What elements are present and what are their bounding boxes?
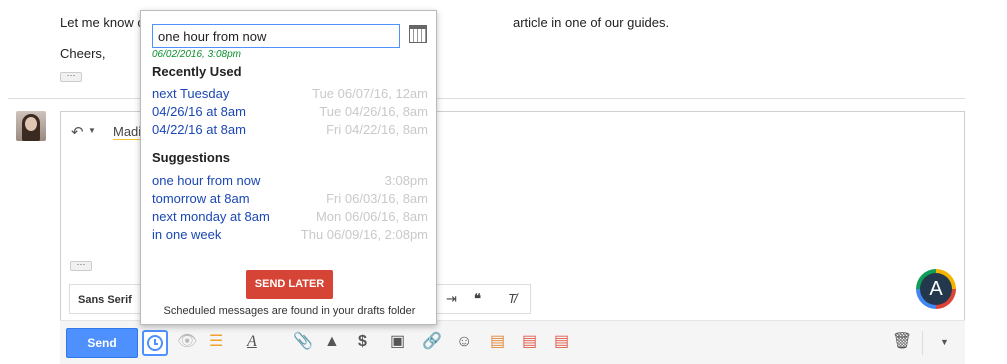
email-signoff: Cheers, (60, 46, 106, 61)
suggestion-option[interactable]: in one week Thu 06/09/16, 2:08pm (152, 227, 428, 244)
recipient-field[interactable]: Madi (113, 124, 142, 140)
suggestion-option[interactable]: one hour from now 3:08pm (152, 173, 428, 190)
quote-icon[interactable]: ❝ (474, 291, 481, 307)
indent-icon[interactable]: ⇥ (446, 291, 457, 307)
extension-logo[interactable]: A (916, 269, 956, 309)
trash-icon[interactable]: 🗑 (892, 333, 912, 351)
money-icon[interactable]: $ (358, 333, 367, 351)
chevron-down-icon[interactable]: ▼ (88, 126, 96, 135)
photo-icon[interactable]: ▣ (390, 333, 405, 351)
recent-option[interactable]: 04/22/16 at 8am Fri 04/22/16, 8am (152, 122, 428, 139)
email-text-start: Let me know c (60, 15, 144, 30)
link-icon[interactable]: 🔗 (422, 333, 442, 351)
attach-icon[interactable]: 📎 (293, 333, 313, 351)
send-time-input[interactable] (152, 24, 400, 48)
send-later-button[interactable]: SEND LATER (246, 270, 333, 299)
suggestion-option[interactable]: next monday at 8am Mon 06/06/16, 8am (152, 209, 428, 226)
show-trimmed-content-button[interactable]: ··· (60, 71, 82, 82)
compose-toolbar: Send 👁 ☰ A 📎 ▲ $ ▣ 🔗 ☺ ▤ ▤ ▤ 🗑 ▼ (60, 320, 965, 364)
eye-icon[interactable]: 👁 (177, 333, 197, 351)
email-text-line: Let me know c article in one of our guid… (60, 15, 669, 30)
reply-icon[interactable]: ↶ (71, 123, 84, 141)
email-text-end: article in one of our guides. (513, 15, 670, 30)
send-later-clock-button[interactable] (142, 330, 168, 356)
drive-icon[interactable]: ▲ (324, 333, 340, 351)
remove-formatting-icon[interactable]: T̸ (508, 291, 516, 306)
template-icon[interactable]: ☰ (209, 333, 223, 351)
recent-option[interactable]: 04/26/16 at 8am Tue 04/26/16, 8am (152, 104, 428, 121)
emoji-icon[interactable]: ☺ (456, 333, 472, 351)
parsed-date-preview: 06/02/2016, 3:08pm (152, 49, 241, 60)
show-trimmed-content-button[interactable]: ··· (70, 260, 92, 271)
calendar-icon[interactable] (409, 25, 427, 43)
send-button[interactable]: Send (66, 328, 138, 358)
add-event-icon[interactable]: ▤ (522, 333, 537, 351)
recent-option[interactable]: next Tuesday Tue 06/07/16, 12am (152, 86, 428, 103)
calendar-invite-icon[interactable]: ▤ (490, 333, 505, 351)
recently-used-heading: Recently Used (152, 64, 242, 79)
more-options-chevron-icon[interactable]: ▼ (940, 333, 949, 351)
toolbar-divider (922, 331, 923, 355)
avatar (16, 111, 46, 141)
suggestions-heading: Suggestions (152, 150, 231, 165)
send-later-popup: 06/02/2016, 3:08pm Recently Used next Tu… (140, 10, 437, 325)
drafts-folder-note: Scheduled messages are found in your dra… (163, 305, 416, 317)
extension-logo-letter: A (920, 273, 952, 305)
formatting-options-icon[interactable]: A (247, 333, 257, 351)
font-family-select[interactable]: Sans Serif (78, 294, 132, 306)
suggestion-option[interactable]: tomorrow at 8am Fri 06/03/16, 8am (152, 191, 428, 208)
schedule-icon[interactable]: ▤ (554, 333, 569, 351)
